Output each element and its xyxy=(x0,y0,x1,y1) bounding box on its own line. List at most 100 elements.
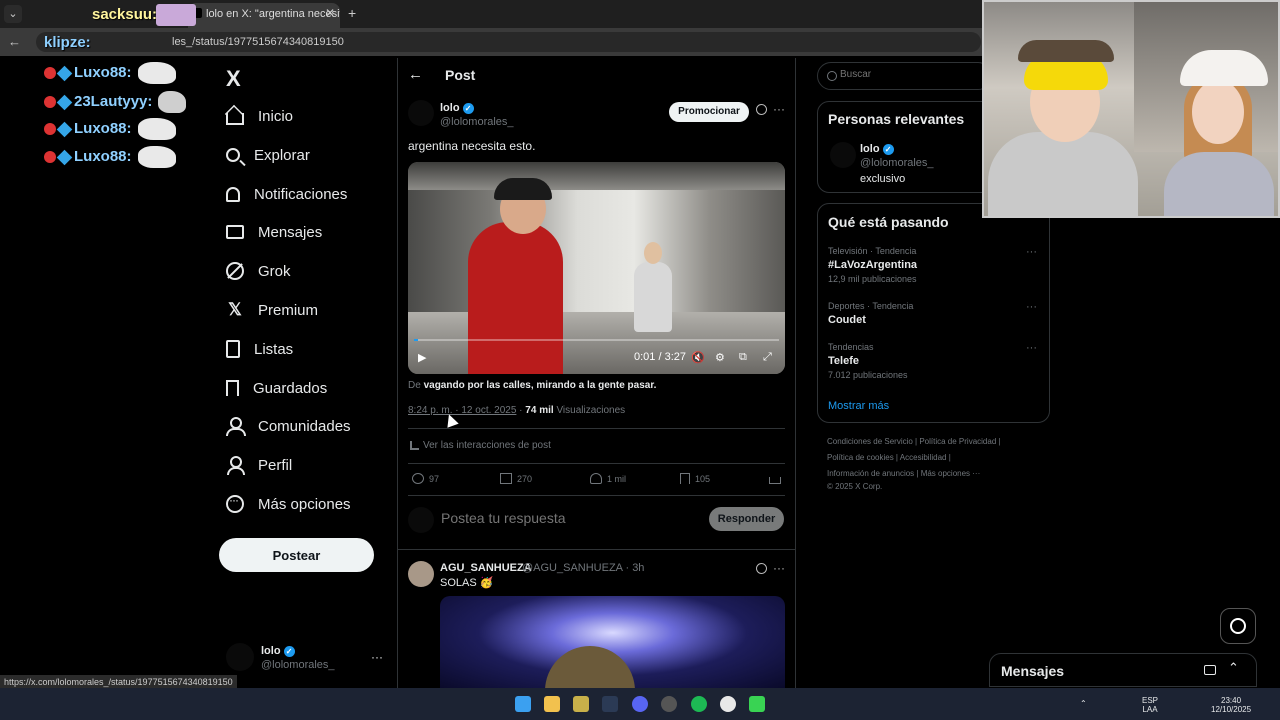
trend-more-icon[interactable]: ··· xyxy=(1026,342,1037,354)
search-input[interactable] xyxy=(840,69,985,80)
post-button[interactable]: Postear xyxy=(219,538,374,572)
webcam-frame xyxy=(988,132,1138,216)
x-logo[interactable]: X xyxy=(226,66,241,92)
post-author-handle[interactable]: @lolomorales_ xyxy=(440,116,514,128)
mute-icon[interactable]: 🔇 xyxy=(691,351,705,364)
view-interactions-link[interactable]: Ver las interacciones de post xyxy=(410,440,551,451)
nav-item-listas[interactable]: Listas xyxy=(226,334,293,364)
address-bar[interactable]: les_/status/1977515674340819150 xyxy=(36,32,981,52)
video-source[interactable]: De vagando por las calles, mirando a la … xyxy=(408,380,656,391)
account-name[interactable]: lolo ✓ xyxy=(261,645,295,657)
post-author-name[interactable]: lolo ✓ xyxy=(440,102,474,114)
nav-item-comunidades[interactable]: Comunidades xyxy=(226,411,351,441)
post-timestamp[interactable]: 8:24 p. m. · 12 oct. 2025 xyxy=(408,405,516,416)
nav-item-notificaciones[interactable]: Notificaciones xyxy=(226,179,347,209)
spotify-icon[interactable] xyxy=(691,696,707,712)
reply-author-handle[interactable]: @AGU_SANHUEZA · 3h xyxy=(522,562,644,574)
discord-icon[interactable] xyxy=(632,696,648,712)
grok-icon[interactable] xyxy=(756,104,767,115)
play-icon[interactable]: ▶ xyxy=(418,351,426,364)
trend-item[interactable]: Coudet xyxy=(828,314,866,326)
repost-action[interactable]: 270 xyxy=(500,473,532,484)
nav-item-mas-opciones[interactable]: Más opciones xyxy=(226,489,351,519)
footer-links[interactable]: Condiciones de Servicio | Política de Pr… xyxy=(827,437,1001,446)
tab-search-button[interactable]: ⌄ xyxy=(4,5,22,23)
new-tab-button[interactable]: + xyxy=(348,5,356,21)
reply-button[interactable]: Responder xyxy=(709,507,784,531)
webcam-frame xyxy=(1164,152,1274,216)
clock[interactable]: 23:40 12/10/2025 xyxy=(1211,696,1251,714)
video-progress-bar[interactable] xyxy=(414,339,779,341)
nav-item-mensajes[interactable]: Mensajes xyxy=(226,217,322,247)
account-more-icon[interactable]: ··· xyxy=(371,650,383,664)
messages-drawer[interactable]: Mensajes ⌃ xyxy=(989,653,1257,687)
own-avatar xyxy=(408,507,434,533)
trend-more-icon[interactable]: ··· xyxy=(1026,301,1037,313)
nav-item-inicio[interactable]: Inicio xyxy=(226,101,293,131)
close-tab-icon[interactable]: ✕ xyxy=(325,6,335,20)
nav-item-premium[interactable]: 𝕏 Premium xyxy=(226,295,318,325)
footer-copyright: © 2025 X Corp. xyxy=(827,482,883,491)
nav-item-explorar[interactable]: Explorar xyxy=(226,140,310,170)
fullscreen-icon[interactable]: ⤢ xyxy=(763,351,772,364)
reply-action[interactable]: 97 xyxy=(412,473,439,484)
start-icon[interactable] xyxy=(515,696,531,712)
language-indicator[interactable]: ESP LAA xyxy=(1142,696,1158,714)
like-action[interactable]: 1 mil xyxy=(590,473,626,484)
pip-icon[interactable]: ⧉ xyxy=(739,351,747,364)
trend-more-icon[interactable]: ··· xyxy=(1026,246,1037,258)
reply-media[interactable] xyxy=(440,596,785,688)
analytics-icon xyxy=(410,440,419,450)
bookmark-action[interactable]: 105 xyxy=(680,473,710,484)
reply-more-icon[interactable]: ··· xyxy=(773,561,785,575)
relevant-name[interactable]: lolo ✓ xyxy=(860,143,894,155)
search-icon xyxy=(226,148,240,162)
reply-author-avatar[interactable] xyxy=(408,561,434,587)
grok-icon[interactable] xyxy=(756,563,767,574)
chrome-icon[interactable] xyxy=(720,696,736,712)
promote-button[interactable]: Promocionar xyxy=(669,102,749,122)
show-more-link[interactable]: Mostrar más xyxy=(828,400,889,412)
overlay-emote xyxy=(156,4,196,26)
app-icon[interactable] xyxy=(661,696,677,712)
footer-links[interactable]: Política de cookies | Accesibilidad | xyxy=(827,453,951,462)
post-video[interactable]: ▶ 0:01 / 3:27 🔇 ⚙ ⧉ ⤢ xyxy=(408,162,785,374)
tray-chevron-icon[interactable]: ⌃ xyxy=(1080,699,1087,708)
divider xyxy=(397,549,796,550)
post-more-icon[interactable]: ··· xyxy=(773,102,785,116)
share-action[interactable] xyxy=(769,473,786,484)
overlay-chat-line: klipze: xyxy=(44,34,91,51)
steam-icon[interactable] xyxy=(602,696,618,712)
compose-message-icon[interactable] xyxy=(1204,665,1216,675)
search-field[interactable] xyxy=(817,62,992,90)
badge-icon xyxy=(44,67,56,79)
browser-tab-active[interactable]: lolo en X: "argentina necesita e xyxy=(188,3,340,28)
browser-back-button[interactable]: ← xyxy=(8,34,21,49)
grok-floating-button[interactable] xyxy=(1220,608,1256,644)
trend-item[interactable]: #LaVozArgentina xyxy=(828,259,917,271)
trend-item[interactable]: Telefe xyxy=(828,355,859,367)
page-title: Post xyxy=(445,67,476,83)
app-icon[interactable] xyxy=(573,696,589,712)
divider xyxy=(408,428,785,429)
expand-messages-icon[interactable]: ⌃ xyxy=(1228,660,1239,676)
repost-icon xyxy=(500,473,512,484)
trend-count: 7.012 publicaciones xyxy=(828,370,908,380)
verified-icon: ✓ xyxy=(283,645,295,657)
settings-icon[interactable]: ⚙ xyxy=(715,351,725,364)
more-icon xyxy=(226,493,244,513)
nav-item-guardados[interactable]: Guardados xyxy=(226,373,327,403)
file-explorer-icon[interactable] xyxy=(544,696,560,712)
nav-item-perfil[interactable]: Perfil xyxy=(226,450,292,480)
back-arrow-icon[interactable]: ← xyxy=(408,66,423,83)
footer-links[interactable]: Información de anuncios | Más opciones ·… xyxy=(827,469,980,478)
post-author-avatar[interactable] xyxy=(408,100,434,126)
reply-author-name[interactable]: AGU_SANHUEZA xyxy=(440,562,532,574)
reply-input[interactable] xyxy=(441,510,661,526)
kick-icon[interactable] xyxy=(749,696,765,712)
gem-badge-icon xyxy=(56,149,73,165)
emote xyxy=(158,91,187,113)
nav-item-grok[interactable]: Grok xyxy=(226,256,291,286)
relevant-avatar[interactable] xyxy=(830,142,856,168)
account-avatar[interactable] xyxy=(226,643,254,671)
